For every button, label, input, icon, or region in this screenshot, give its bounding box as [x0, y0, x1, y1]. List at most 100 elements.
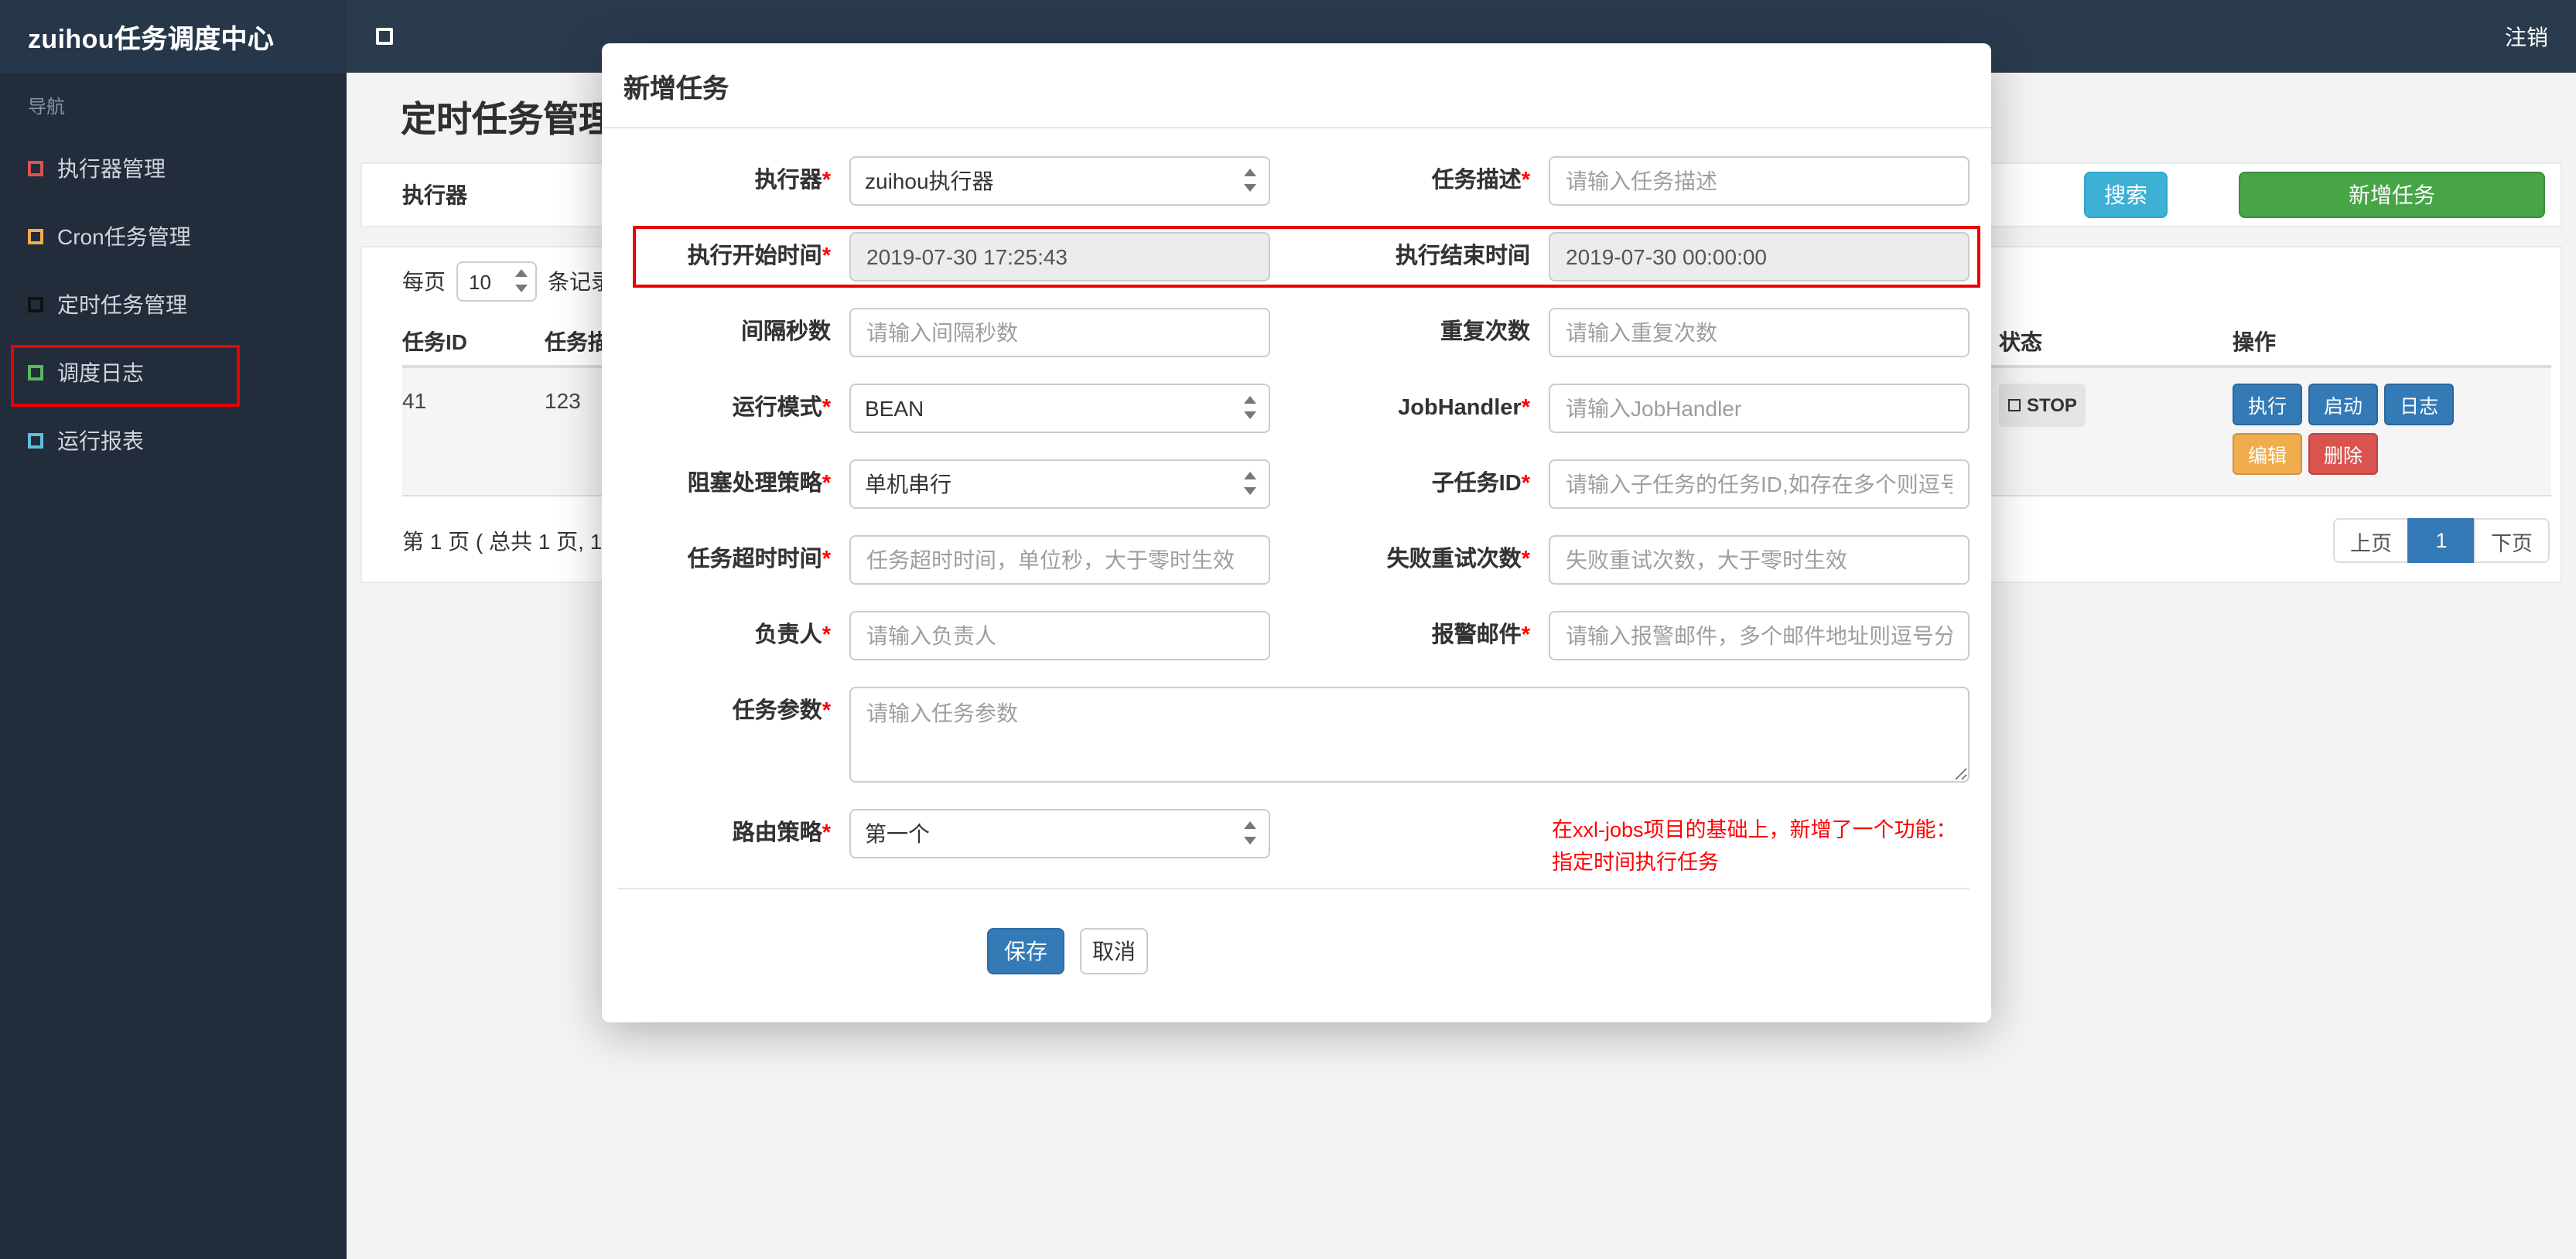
- note-cell: 在xxl-jobs项目的基础上，新增了一个功能： 指定时间执行任务: [1549, 809, 1970, 874]
- sidebar: 导航 执行器管理 Cron任务管理 定时任务管理 调度日志 运行报表: [0, 73, 347, 1259]
- sidebar-item-label: 运行报表: [57, 428, 144, 453]
- edit-button[interactable]: 编辑: [2233, 433, 2303, 475]
- logout-link[interactable]: 注销: [2505, 21, 2548, 52]
- modal-footer: 保存 取消: [602, 889, 1991, 1022]
- action-row-2: 编辑 删除: [2233, 433, 2551, 475]
- delete-button[interactable]: 删除: [2308, 433, 2379, 475]
- start-time-input[interactable]: [849, 232, 1270, 281]
- form-row-3: 间隔秒数 重复次数: [617, 308, 1970, 357]
- menu-toggle-icon[interactable]: [376, 28, 393, 45]
- next-page-button[interactable]: 下页: [2474, 518, 2550, 563]
- cell-task-id: 41: [402, 388, 427, 413]
- sidebar-item-cron-tasks[interactable]: Cron任务管理: [0, 203, 347, 271]
- start-button[interactable]: 启动: [2308, 384, 2379, 425]
- block-strategy-select-wrap: 单机串行: [849, 459, 1270, 509]
- executor-select-wrap: zuihou执行器: [849, 156, 1270, 206]
- end-time-input[interactable]: [1549, 232, 1970, 281]
- form-row-7: 负责人* 报警邮件*: [617, 611, 1970, 660]
- modal-title: 新增任务: [624, 73, 729, 103]
- owner-input[interactable]: [849, 611, 1270, 660]
- add-task-button[interactable]: 新增任务: [2239, 172, 2545, 218]
- form-row-params: 任务参数*: [617, 687, 1970, 783]
- col-header-actions: 操作: [2233, 329, 2276, 354]
- modal-header: 新增任务: [602, 43, 1991, 128]
- page-1-button[interactable]: 1: [2407, 518, 2475, 563]
- action-row-1: 执行 启动 日志: [2233, 384, 2551, 425]
- modal-body: 执行器* zuihou执行器 任务描述* 执行开始时间* 执行结束时间 间隔秒数…: [602, 128, 1991, 889]
- square-icon: [28, 365, 43, 380]
- route-strategy-label: 路由策略*: [732, 821, 831, 846]
- sidebar-nav-label: 导航: [28, 96, 66, 118]
- task-desc-input[interactable]: [1549, 156, 1970, 206]
- square-icon: [28, 229, 43, 244]
- per-page-label-before: 每页: [402, 269, 446, 294]
- form-row-1: 执行器* zuihou执行器 任务描述*: [617, 156, 1970, 206]
- child-task-input[interactable]: [1549, 459, 1970, 509]
- retry-label: 失败重试次数*: [1386, 548, 1530, 572]
- alarm-email-label: 报警邮件*: [1431, 623, 1530, 648]
- save-button[interactable]: 保存: [987, 928, 1064, 974]
- pagination: 上页 1 下页: [2333, 518, 2550, 563]
- sidebar-item-run-report[interactable]: 运行报表: [0, 407, 347, 475]
- executor-filter-label: 执行器: [402, 183, 467, 207]
- block-strategy-label: 阻塞处理策略*: [687, 472, 831, 496]
- add-task-modal: 新增任务 执行器* zuihou执行器 任务描述* 执行开始时间* 执行结束时间…: [602, 43, 1991, 1022]
- child-task-label: 子任务ID*: [1431, 472, 1530, 496]
- route-strategy-select[interactable]: 第一个: [849, 809, 1270, 858]
- prev-page-button[interactable]: 上页: [2333, 518, 2409, 563]
- task-params-label: 任务参数*: [732, 699, 831, 724]
- timeout-label: 任务超时时间*: [687, 548, 831, 572]
- cancel-button[interactable]: 取消: [1080, 928, 1148, 974]
- sidebar-item-label: 定时任务管理: [57, 292, 187, 317]
- sidebar-item-schedule-log[interactable]: 调度日志: [0, 339, 347, 407]
- run-mode-label: 运行模式*: [732, 396, 831, 421]
- route-spacer: [1270, 809, 1549, 858]
- cell-status: STOP: [1999, 384, 2233, 427]
- sidebar-item-timed-tasks[interactable]: 定时任务管理: [0, 271, 347, 339]
- end-time-label: 执行结束时间: [1396, 244, 1530, 269]
- search-button[interactable]: 搜索: [2084, 172, 2168, 218]
- status-badge-label: STOP: [2027, 394, 2077, 416]
- route-strategy-select-wrap: 第一个: [849, 809, 1270, 858]
- square-icon: [2008, 399, 2021, 411]
- sidebar-item-label: 调度日志: [57, 360, 144, 385]
- col-header-task-id: 任务ID: [402, 329, 467, 354]
- per-page-select[interactable]: 10: [456, 261, 537, 302]
- retry-input[interactable]: [1549, 535, 1970, 585]
- log-button[interactable]: 日志: [2384, 384, 2455, 425]
- jobhandler-label: JobHandler*: [1398, 396, 1530, 421]
- form-row-route: 路由策略* 第一个 在xxl-jobs项目的基础上，新增了一个功能： 指定时间执…: [617, 809, 1970, 874]
- sidebar-item-label: 执行器管理: [57, 156, 166, 181]
- interval-input[interactable]: [849, 308, 1270, 357]
- jobhandler-input[interactable]: [1549, 384, 1970, 433]
- block-strategy-select[interactable]: 单机串行: [849, 459, 1270, 509]
- brand-title: zuihou任务调度中心: [0, 0, 347, 73]
- sidebar-item-executor-manage[interactable]: 执行器管理: [0, 135, 347, 203]
- app-root: zuihou任务调度中心 注销 导航 执行器管理 Cron任务管理 定时任务管理…: [0, 0, 2576, 1259]
- repeat-label: 重复次数: [1440, 320, 1530, 345]
- run-mode-select[interactable]: BEAN: [849, 384, 1270, 433]
- timeout-input[interactable]: [849, 535, 1270, 585]
- run-button[interactable]: 执行: [2233, 384, 2303, 425]
- form-row-5: 阻塞处理策略* 单机串行 子任务ID*: [617, 459, 1970, 509]
- square-icon: [28, 433, 43, 449]
- run-mode-select-wrap: BEAN: [849, 384, 1270, 433]
- feature-note-line1: 在xxl-jobs项目的基础上，新增了一个功能：: [1552, 818, 1957, 841]
- task-params-textarea[interactable]: [849, 687, 1970, 783]
- form-row-4: 运行模式* BEAN JobHandler*: [617, 384, 1970, 433]
- interval-label: 间隔秒数: [741, 320, 831, 345]
- start-time-label: 执行开始时间*: [687, 244, 831, 269]
- form-row-6: 任务超时时间* 失败重试次数*: [617, 535, 1970, 585]
- alarm-email-input[interactable]: [1549, 611, 1970, 660]
- cell-actions: 执行 启动 日志 编辑 删除: [2233, 384, 2551, 483]
- col-header-status: 状态: [1999, 329, 2042, 354]
- square-icon: [28, 297, 43, 312]
- owner-label: 负责人*: [754, 623, 831, 648]
- per-page-select-wrap: 10: [456, 261, 537, 302]
- executor-select[interactable]: zuihou执行器: [849, 156, 1270, 206]
- status-badge: STOP: [1999, 384, 2086, 427]
- feature-note-text: 在xxl-jobs项目的基础上，新增了一个功能： 指定时间执行任务: [1552, 814, 1957, 879]
- form-row-2: 执行开始时间* 执行结束时间: [617, 232, 1970, 281]
- repeat-input[interactable]: [1549, 308, 1970, 357]
- square-icon: [28, 161, 43, 176]
